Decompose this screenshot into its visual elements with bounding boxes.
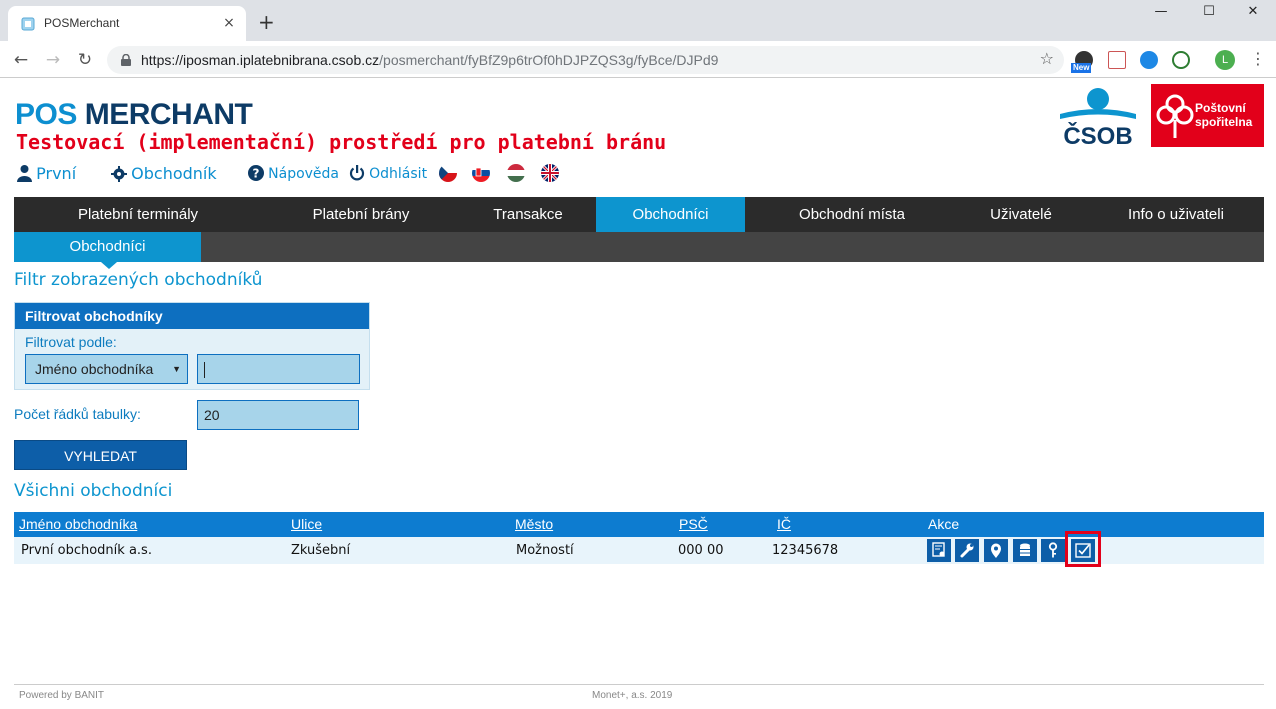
filter-by-select[interactable]: Jméno obchodníka ▼ (25, 354, 188, 384)
logo-part1: POS (15, 98, 77, 131)
filter-section-title: Filtr zobrazených obchodníků (14, 270, 263, 290)
close-tab-icon[interactable]: × (220, 14, 238, 32)
calendar-extension-icon[interactable] (1108, 51, 1126, 69)
logout-link[interactable]: Odhlásit (349, 163, 427, 185)
help-link[interactable]: ? Nápověda (248, 163, 339, 185)
ps-logo-line1: Poštovní (1195, 101, 1246, 115)
menu-item-uzivatele[interactable]: Uživatelé (959, 197, 1083, 232)
menu-item-info-o-uzivateli[interactable]: Info o uživateli (1083, 197, 1269, 232)
rows-count-input[interactable]: 20 (197, 400, 359, 430)
logout-label: Odhlásit (369, 166, 428, 182)
footer-divider (14, 684, 1264, 685)
submenu-active-arrow (101, 262, 117, 269)
search-button[interactable]: VYHLEDAT (14, 440, 187, 470)
minimize-icon[interactable]: — (1138, 4, 1184, 24)
column-header-name[interactable]: Jméno obchodníka (19, 512, 137, 537)
new-tab-button[interactable]: + (258, 12, 275, 32)
merchant-link[interactable]: Obchodník (111, 163, 217, 185)
database-icon[interactable] (1013, 539, 1037, 562)
column-header-ic[interactable]: IČ (777, 512, 791, 537)
cell-street: Zkušební (291, 543, 351, 558)
back-arrow-icon[interactable]: ← (9, 48, 33, 72)
ps-logo-text: Poštovní spořitelna (1195, 101, 1252, 129)
menu-item-obchodnici[interactable]: Obchodníci (596, 197, 745, 232)
url-text: https://iposman.iplatebnibrana.csob.cz/p… (141, 52, 718, 68)
column-header-zip[interactable]: PSČ (679, 512, 708, 537)
dropdown-caret-icon: ▼ (172, 364, 181, 374)
environment-title: Testovací (implementační) prostředí pro … (16, 130, 667, 154)
window-close-icon[interactable]: ✕ (1230, 4, 1276, 24)
browser-menu-icon[interactable]: ⋮ (1250, 49, 1266, 68)
question-icon: ? (248, 165, 264, 181)
url-input[interactable]: https://iposman.iplatebnibrana.csob.cz/p… (107, 46, 1064, 74)
favicon-icon (21, 17, 35, 31)
flag-sk-icon[interactable] (472, 164, 490, 182)
location-pin-icon[interactable] (984, 539, 1008, 562)
merchant-label: Obchodník (131, 164, 217, 183)
browser-tabbar: POSMerchant × + — ☐ ✕ (0, 0, 1276, 41)
maximize-icon[interactable]: ☐ (1186, 4, 1232, 24)
svg-text:?: ? (253, 167, 260, 181)
power-icon (349, 165, 365, 181)
certificate-icon[interactable] (927, 539, 951, 562)
forward-arrow-icon[interactable]: → (41, 48, 65, 72)
filter-search-input[interactable] (197, 354, 360, 384)
column-header-city[interactable]: Město (515, 512, 553, 537)
user-bar: První Obchodník ? Nápověda Odhlásit (17, 163, 577, 185)
cell-merchant-name: První obchodník a.s. (21, 543, 152, 558)
column-header-actions: Akce (928, 516, 960, 532)
menu-item-platebni-terminaly[interactable]: Platební terminály (14, 197, 262, 232)
filter-box: Filtrovat obchodníky Filtrovat podle: Jm… (14, 302, 370, 390)
footer-center: Monet+, a.s. 2019 (592, 690, 673, 701)
submenu-item-obchodnici[interactable]: Obchodníci (14, 232, 201, 262)
user-icon (17, 165, 32, 182)
cell-city: Možností (516, 543, 574, 558)
column-header-street[interactable]: Ulice (291, 512, 322, 537)
csob-logo: ČSOB (1060, 88, 1136, 148)
sub-menu: Obchodníci (14, 232, 1264, 269)
text-cursor (204, 362, 205, 379)
pos-merchant-logo[interactable]: POS MERCHANT (15, 98, 253, 132)
extension-badge: New (1071, 63, 1092, 73)
footer-left: Powered by BANIT (19, 690, 105, 701)
address-bar-row: ← → ↻ https://iposman.iplatebnibrana.cso… (0, 41, 1276, 78)
clover-icon (1156, 94, 1194, 138)
flag-hu-icon[interactable] (507, 164, 525, 182)
filter-box-title: Filtrovat obchodníky (15, 303, 369, 329)
cell-zip: 000 00 (678, 543, 724, 558)
menu-item-transakce[interactable]: Transakce (460, 197, 596, 232)
browser-tab[interactable]: POSMerchant × (8, 6, 246, 41)
bookmark-star-icon[interactable]: ☆ (1040, 49, 1054, 68)
skype-extension-icon[interactable] (1140, 51, 1158, 69)
flag-cz-icon[interactable] (439, 164, 457, 182)
lock-icon (121, 54, 131, 66)
user-link[interactable]: První (17, 163, 76, 185)
merchants-section-title: Všichni obchodníci (14, 481, 173, 501)
tab-title: POSMerchant (44, 16, 120, 30)
gear-icon (111, 166, 127, 182)
reload-icon[interactable]: ↻ (73, 48, 97, 72)
rows-count-label: Počet řádků tabulky: (14, 406, 141, 422)
help-label: Nápověda (268, 166, 340, 182)
wrench-icon[interactable] (955, 539, 979, 562)
menu-item-obchodni-mista[interactable]: Obchodní místa (745, 197, 959, 232)
flag-uk-icon[interactable] (541, 164, 559, 182)
ps-logo-line2: spořitelna (1195, 115, 1253, 129)
key-icon[interactable] (1041, 539, 1065, 562)
menu-item-platebni-brany[interactable]: Platební brány (262, 197, 460, 232)
user-name: První (36, 164, 77, 183)
highlighted-action-frame (1065, 531, 1101, 567)
csob-logo-text: ČSOB (1063, 122, 1132, 148)
logo-part2: MERCHANT (84, 98, 253, 131)
recycle-extension-icon[interactable] (1172, 51, 1190, 69)
profile-avatar[interactable]: L (1215, 50, 1235, 70)
url-host: https://iposman.iplatebnibrana.csob.cz (141, 52, 380, 68)
filter-by-value: Jméno obchodníka (35, 361, 154, 377)
url-path: /posmerchant/fyBfZ9p6trOf0hDJPZQS3g/fyBc… (379, 52, 719, 68)
postovni-sporitelna-logo: Poštovní spořitelna (1151, 84, 1264, 147)
cell-ic: 12345678 (772, 543, 839, 558)
main-menu: Platební terminály Platební brány Transa… (14, 197, 1264, 232)
filter-by-label: Filtrovat podle: (25, 334, 117, 350)
